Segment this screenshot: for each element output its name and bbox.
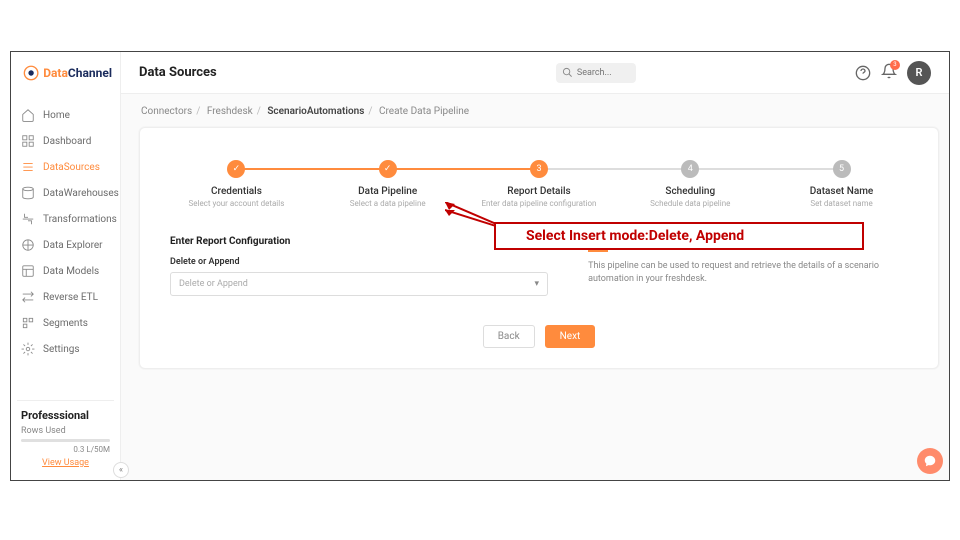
back-button[interactable]: Back — [483, 325, 535, 348]
sidebar: DataChannel Home Dashboard DataSources D… — [11, 52, 121, 480]
sidebar-item-label: Settings — [43, 344, 80, 355]
field-label: Delete or Append — [170, 257, 548, 267]
step-sub: Schedule data pipeline — [624, 199, 757, 208]
sidebar-item-label: Transformations — [43, 214, 117, 225]
nav: Home Dashboard DataSources DataWarehouse… — [11, 102, 120, 362]
wizard-actions: Back Next — [170, 324, 908, 348]
explorer-icon — [21, 238, 35, 252]
notifications-button[interactable]: 3 — [881, 63, 897, 83]
database-icon — [21, 186, 35, 200]
section-title: Enter Report Configuration — [170, 236, 548, 247]
segments-icon — [21, 316, 35, 330]
breadcrumb: Connectors/ Freshdesk/ ScenarioAutomatio… — [139, 94, 939, 127]
sidebar-item-label: Home — [43, 110, 70, 121]
datasources-icon — [21, 160, 35, 174]
step-datapipeline[interactable]: ✓ Data Pipeline Select a data pipeline — [321, 160, 454, 208]
breadcrumb-item: Create Data Pipeline — [379, 106, 469, 117]
search-icon — [562, 67, 573, 78]
logo-icon — [23, 64, 39, 82]
step-label: Scheduling — [624, 186, 757, 197]
step-dot: ✓ — [227, 160, 245, 178]
step-scheduling: 4 Scheduling Schedule data pipeline — [624, 160, 757, 208]
transform-icon — [21, 212, 35, 226]
step-dot: 5 — [833, 160, 851, 178]
stepper: ✓ Credentials Select your account detail… — [170, 160, 908, 208]
step-sub: Select a data pipeline — [321, 199, 454, 208]
sidebar-item-reverseetl[interactable]: Reverse ETL — [11, 284, 120, 310]
page-title: Data Sources — [139, 65, 217, 80]
breadcrumb-item[interactable]: ScenarioAutomations — [267, 106, 364, 117]
reverseetl-icon — [21, 290, 35, 304]
delete-or-append-select[interactable]: Delete or Append ▾ — [170, 272, 548, 296]
next-button[interactable]: Next — [545, 325, 596, 348]
sidebar-item-label: Dashboard — [43, 136, 91, 147]
plan-rows-label: Rows Used — [21, 426, 110, 436]
breadcrumb-item[interactable]: Freshdesk — [207, 106, 253, 117]
sidebar-item-datasources[interactable]: DataSources — [11, 154, 120, 180]
step-sub: Set dataset name — [775, 199, 908, 208]
step-dot: 3 — [530, 160, 548, 178]
step-credentials[interactable]: ✓ Credentials Select your account detail… — [170, 160, 303, 208]
label-underline — [588, 250, 608, 252]
sidebar-item-dashboard[interactable]: Dashboard — [11, 128, 120, 154]
step-label: Report Details — [473, 186, 606, 197]
chat-button[interactable] — [917, 448, 943, 474]
plan-box: Professsional Rows Used 0.3 L/50M View U… — [17, 400, 114, 468]
description-text: This pipeline can be used to request and… — [588, 260, 908, 285]
step-label: Data Pipeline — [321, 186, 454, 197]
select-placeholder: Delete or Append — [179, 279, 248, 289]
sidebar-item-dataexplorer[interactable]: Data Explorer — [11, 232, 120, 258]
plan-progress-bar — [21, 439, 110, 442]
bell-badge: 3 — [890, 60, 900, 70]
view-usage-link[interactable]: View Usage — [21, 458, 110, 468]
step-sub: Enter data pipeline configuration — [473, 199, 606, 208]
gear-icon — [21, 342, 35, 356]
sidebar-item-datawarehouses[interactable]: DataWarehouses — [11, 180, 120, 206]
collapse-sidebar-button[interactable]: « — [113, 462, 129, 478]
chat-icon — [923, 454, 937, 468]
avatar[interactable]: R — [907, 61, 931, 85]
sidebar-item-label: Segments — [43, 318, 88, 329]
help-icon[interactable] — [855, 65, 871, 81]
sidebar-item-label: Reverse ETL — [43, 292, 98, 303]
logo-text: DataChannel — [43, 66, 112, 80]
step-label: Credentials — [170, 186, 303, 197]
description-label: Report Description - — [588, 236, 908, 246]
content: Connectors/ Freshdesk/ ScenarioAutomatio… — [139, 94, 939, 480]
models-icon — [21, 264, 35, 278]
step-dot: 4 — [681, 160, 699, 178]
sidebar-item-label: Data Explorer — [43, 240, 103, 251]
sidebar-item-home[interactable]: Home — [11, 102, 120, 128]
sidebar-item-settings[interactable]: Settings — [11, 336, 120, 362]
header: Data Sources 3 R — [121, 52, 949, 94]
step-datasetname: 5 Dataset Name Set dataset name — [775, 160, 908, 208]
home-icon — [21, 108, 35, 122]
wizard-card: ✓ Credentials Select your account detail… — [139, 127, 939, 369]
step-label: Dataset Name — [775, 186, 908, 197]
sidebar-item-segments[interactable]: Segments — [11, 310, 120, 336]
plan-name: Professsional — [21, 409, 110, 422]
step-reportdetails: 3 Report Details Enter data pipeline con… — [473, 160, 606, 208]
sidebar-item-label: DataWarehouses — [43, 188, 119, 199]
sidebar-item-datamodels[interactable]: Data Models — [11, 258, 120, 284]
plan-count: 0.3 L/50M — [21, 445, 110, 454]
search-input[interactable] — [577, 68, 627, 78]
dashboard-icon — [21, 134, 35, 148]
sidebar-item-label: Data Models — [43, 266, 99, 277]
step-sub: Select your account details — [170, 199, 303, 208]
step-dot: ✓ — [379, 160, 397, 178]
sidebar-item-transformations[interactable]: Transformations — [11, 206, 120, 232]
search-box[interactable] — [556, 63, 636, 83]
logo[interactable]: DataChannel — [11, 52, 120, 90]
breadcrumb-item[interactable]: Connectors — [141, 106, 192, 117]
chevron-down-icon: ▾ — [535, 279, 540, 289]
sidebar-item-label: DataSources — [43, 162, 100, 173]
